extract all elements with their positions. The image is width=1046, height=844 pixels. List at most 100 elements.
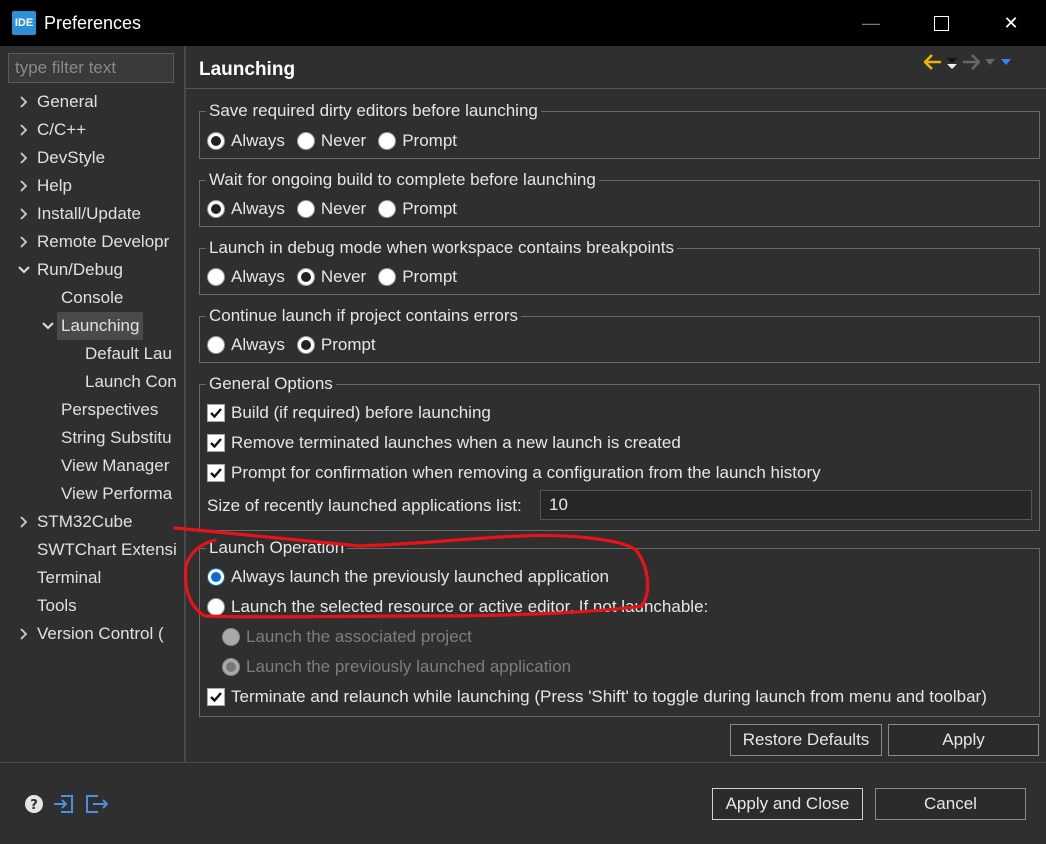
launch-previously-radio[interactable] <box>222 658 240 676</box>
save-dirty-prompt-label[interactable]: Prompt <box>402 131 457 151</box>
launch-previous-label[interactable]: Always launch the previously launched ap… <box>231 567 609 587</box>
wait-build-never-radio[interactable] <box>296 200 315 218</box>
debug-mode-never-label[interactable]: Never <box>321 267 366 287</box>
remove-terminated-checkbox[interactable] <box>207 434 225 452</box>
back-dropdown-icon[interactable] <box>946 55 958 69</box>
remove-terminated-label[interactable]: Remove terminated launches when a new la… <box>231 433 681 453</box>
forward-dropdown-icon[interactable] <box>984 58 996 66</box>
chevron-right-icon[interactable] <box>16 172 32 200</box>
tree-item-label[interactable]: C/C++ <box>37 116 86 144</box>
import-icon[interactable] <box>52 793 76 815</box>
wait-build-never-label[interactable]: Never <box>321 199 366 219</box>
chevron-right-icon[interactable] <box>16 144 32 172</box>
tree-item-label[interactable]: Launching <box>57 312 144 340</box>
maximize-button[interactable] <box>906 0 976 46</box>
wait-build-prompt-label[interactable]: Prompt <box>402 199 457 219</box>
wait-build-always-radio[interactable] <box>207 200 225 218</box>
nav-toolbar <box>924 54 1012 70</box>
wait-build-prompt-radio[interactable] <box>378 200 397 218</box>
build-before-launch-label[interactable]: Build (if required) before launching <box>231 403 491 423</box>
chevron-down-icon[interactable] <box>16 256 32 284</box>
minimize-button[interactable]: — <box>836 0 906 46</box>
tree-item-label[interactable]: Tools <box>37 592 77 620</box>
launch-selected-label[interactable]: Launch the selected resource or active e… <box>231 597 708 617</box>
launch-associated-radio[interactable] <box>222 628 240 646</box>
title-bar: IDE Preferences — ✕ <box>0 0 1046 46</box>
group-title: General Options <box>206 373 336 395</box>
maximize-icon <box>933 15 949 31</box>
terminate-relaunch-label[interactable]: Terminate and relaunch while launching (… <box>231 687 987 707</box>
prompt-confirmation-checkbox[interactable] <box>207 464 225 482</box>
debug-mode-never-radio[interactable] <box>296 268 315 286</box>
chevron-right-icon[interactable] <box>16 228 32 256</box>
window-controls: — ✕ <box>836 0 1046 46</box>
save-dirty-never-radio[interactable] <box>296 132 315 150</box>
pane-divider[interactable] <box>184 46 186 762</box>
view-menu-icon[interactable] <box>1000 58 1012 66</box>
tree-item-label[interactable]: SWTChart Extensi <box>37 536 176 564</box>
chevron-right-icon[interactable] <box>16 508 32 536</box>
tree-item-label[interactable]: Help <box>37 172 72 200</box>
apply-button[interactable]: Apply <box>888 724 1039 756</box>
continue-errors-always-label[interactable]: Always <box>231 335 285 355</box>
launch-previously-row: Launch the previously launched applicati… <box>222 654 571 680</box>
recent-list-size-input[interactable] <box>540 490 1032 520</box>
chevron-right-icon[interactable] <box>16 200 32 228</box>
prompt-confirmation-label[interactable]: Prompt for confirmation when removing a … <box>231 463 821 483</box>
save-dirty-always-radio[interactable] <box>207 132 225 150</box>
wait-build-always-label[interactable]: Always <box>231 199 285 219</box>
chevron-right-icon[interactable] <box>16 620 32 648</box>
save-dirty-always-label[interactable]: Always <box>231 131 285 151</box>
continue-errors-prompt-radio[interactable] <box>296 336 315 354</box>
launch-selected-radio[interactable] <box>207 598 225 616</box>
group-title: Launch Operation <box>206 537 348 559</box>
tree-item-label[interactable]: View Performa <box>61 480 172 508</box>
export-icon[interactable] <box>84 793 110 815</box>
tree-item-label[interactable]: Version Control ( <box>37 620 164 648</box>
launch-previous-radio[interactable] <box>207 568 225 586</box>
tree-item-label[interactable]: Perspectives <box>61 396 158 424</box>
close-button[interactable]: ✕ <box>976 0 1046 46</box>
chevron-right-icon[interactable] <box>16 88 32 116</box>
preference-tree: General C/C++ DevStyle Help Install/Update Re… <box>0 88 176 748</box>
window-title: Preferences <box>44 12 142 33</box>
restore-defaults-button[interactable]: Restore Defaults <box>730 724 882 756</box>
prompt-confirmation-row: Prompt for confirmation when removing a … <box>207 460 821 486</box>
tree-item-label[interactable]: DevStyle <box>37 144 105 172</box>
tree-item-label[interactable]: Default Lau <box>85 340 172 368</box>
tree-item-label[interactable]: Terminal <box>37 564 101 592</box>
save-dirty-never-label[interactable]: Never <box>321 131 366 151</box>
terminate-relaunch-checkbox[interactable] <box>207 688 225 706</box>
chevron-down-icon[interactable] <box>40 312 56 340</box>
debug-mode-prompt-label[interactable]: Prompt <box>402 267 457 287</box>
forward-arrow-icon[interactable] <box>962 54 980 70</box>
tree-item-label[interactable]: Run/Debug <box>37 256 123 284</box>
debug-mode-prompt-radio[interactable] <box>378 268 397 286</box>
continue-errors-prompt-label[interactable]: Prompt <box>321 335 376 355</box>
tree-item-label[interactable]: Launch Con <box>85 368 176 396</box>
filter-input[interactable] <box>8 53 174 83</box>
launch-selected-row: Launch the selected resource or active e… <box>207 594 708 620</box>
tree-item-label[interactable]: String Substitu <box>61 424 172 452</box>
wait-build-options: Always Never Prompt <box>207 196 469 222</box>
apply-and-close-button[interactable]: Apply and Close <box>712 788 863 820</box>
tree-item-label[interactable]: General <box>37 88 97 116</box>
back-arrow-icon[interactable] <box>924 54 942 70</box>
checkmark-icon <box>210 692 222 703</box>
help-icon[interactable]: ? <box>24 794 44 814</box>
footer-icons: ? <box>24 793 110 815</box>
save-dirty-prompt-radio[interactable] <box>378 132 397 150</box>
cancel-button[interactable]: Cancel <box>875 788 1026 820</box>
continue-errors-always-radio[interactable] <box>207 336 225 354</box>
debug-mode-always-label[interactable]: Always <box>231 267 285 287</box>
tree-item-label[interactable]: STM32Cube <box>37 508 132 536</box>
build-before-launch-checkbox[interactable] <box>207 404 225 422</box>
tree-item-label[interactable]: Console <box>61 284 123 312</box>
debug-mode-options: Always Never Prompt <box>207 264 469 290</box>
tree-item-label[interactable]: Remote Developr <box>37 228 169 256</box>
svg-text:?: ? <box>30 798 38 813</box>
chevron-right-icon[interactable] <box>16 116 32 144</box>
debug-mode-always-radio[interactable] <box>207 268 225 286</box>
tree-item-label[interactable]: Install/Update <box>37 200 141 228</box>
tree-item-label[interactable]: View Manager <box>61 452 169 480</box>
